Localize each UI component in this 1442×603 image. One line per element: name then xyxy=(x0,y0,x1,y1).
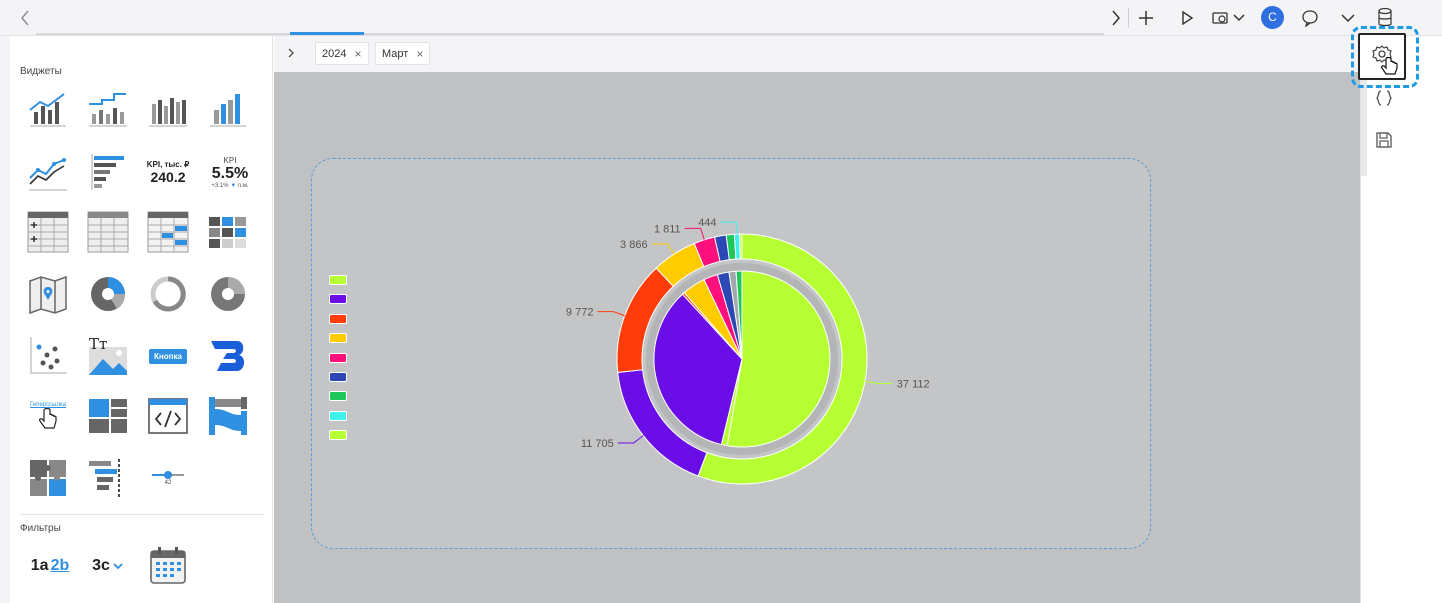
settings-button[interactable] xyxy=(1358,33,1406,80)
html-embed-widget[interactable] xyxy=(144,392,192,440)
section-divider xyxy=(20,514,264,515)
list-filter-widget[interactable]: 1a 2b xyxy=(24,542,76,590)
chart-widget-card[interactable]: 37 112 11 705 9 772 3 866 1 811 444 xyxy=(311,158,1151,549)
column-chart-widget[interactable] xyxy=(204,86,252,134)
save-icon[interactable] xyxy=(1361,120,1407,160)
ring-chart-widget[interactable] xyxy=(144,270,192,318)
kpi2-tile-value: 5.5% xyxy=(211,164,249,182)
filter-tile-3c: 3c xyxy=(92,557,110,574)
widgets-section-title: Виджеты xyxy=(20,66,62,77)
slider-tile-value: 42 xyxy=(164,480,172,486)
dashboard-layout-widget[interactable] xyxy=(84,392,132,440)
text-image-widget[interactable]: Tт xyxy=(84,332,132,380)
outer-slice-label: 1 811 xyxy=(654,223,681,235)
close-icon[interactable]: × xyxy=(354,47,361,61)
kpi2-tile-title: KPI xyxy=(223,155,237,165)
button-tile-label: Кнопка xyxy=(149,348,187,364)
kpi2-tile-delta: +3.1% ▼ п.м. xyxy=(211,182,249,189)
kpi-value-widget[interactable]: KPI, тыс. ₽ 240.2 xyxy=(144,148,192,196)
filters-section-title: Фильтры xyxy=(20,523,61,534)
kpi-tile-value: 240.2 xyxy=(150,168,186,185)
outer-label-leader xyxy=(684,227,705,240)
outer-label-leader xyxy=(597,311,625,317)
preview-dropdown-icon[interactable] xyxy=(1211,6,1247,30)
left-gutter xyxy=(0,36,10,603)
outer-slice-label: 37 112 xyxy=(897,378,930,390)
outer-slice-label: 9 772 xyxy=(566,307,594,319)
chevron-right-icon[interactable] xyxy=(1104,6,1128,30)
svg-text:Tт: Tт xyxy=(89,335,107,353)
gantt-chart-widget[interactable] xyxy=(84,454,132,502)
filter-tile-2b: 2b xyxy=(50,557,70,574)
chevron-down-icon xyxy=(113,563,123,570)
add-icon[interactable] xyxy=(1134,6,1158,30)
bar-line-chart-widget[interactable] xyxy=(24,86,72,134)
filter-tabs-bar: 2024 × Март × xyxy=(274,36,1360,72)
outer-slice-label: 11 705 xyxy=(581,438,614,450)
highlight-table-widget[interactable] xyxy=(144,208,192,256)
widgets-sidebar: Виджеты KPI, тыс. ₽ 240.2 KPI 5.5% +3.1%… xyxy=(10,36,273,603)
filter-tile-1a: 1a xyxy=(30,557,49,574)
heatmap-widget[interactable] xyxy=(204,208,252,256)
hyperlink-widget[interactable]: Гиперссылка xyxy=(24,392,72,440)
bar-chart-widget[interactable] xyxy=(144,86,192,134)
kpi-tile-title: KPI, тыс. ₽ xyxy=(146,159,190,169)
step-chart-widget[interactable] xyxy=(84,86,132,134)
map-widget[interactable] xyxy=(24,270,72,318)
puzzle-plugin-widget[interactable] xyxy=(24,454,72,502)
scatter-chart-widget[interactable] xyxy=(24,332,72,380)
kpi-percent-widget[interactable]: KPI 5.5% +3.1% ▼ п.м. xyxy=(204,148,256,196)
progress-fill xyxy=(290,32,364,35)
expand-arrow-icon[interactable] xyxy=(284,46,298,65)
line-chart-widget[interactable] xyxy=(24,148,72,196)
donut-chart-widget[interactable] xyxy=(204,270,252,318)
right-tool-panel xyxy=(1360,36,1442,603)
tab-label: Март xyxy=(382,47,409,60)
brand-logo-widget[interactable] xyxy=(204,332,252,380)
outer-slice-label: 3 866 xyxy=(620,239,648,251)
play-icon[interactable] xyxy=(1175,6,1199,30)
outer-ring-slice[interactable] xyxy=(739,233,743,260)
back-icon[interactable] xyxy=(16,8,36,28)
nested-donut-chart: 37 112 11 705 9 772 3 866 1 811 444 xyxy=(566,217,930,485)
calendar-filter-widget[interactable] xyxy=(144,542,192,590)
kpi2-delta-suffix: п.м. xyxy=(237,182,249,189)
button-widget[interactable]: Кнопка xyxy=(144,332,192,380)
outer-label-leader xyxy=(651,243,675,255)
comment-icon[interactable] xyxy=(1298,6,1322,30)
tab-2024[interactable]: 2024 × xyxy=(315,42,369,65)
kpi2-delta-value: +3.1% xyxy=(211,182,229,189)
user-avatar[interactable]: C xyxy=(1261,6,1284,29)
slider-widget[interactable]: 42 xyxy=(144,454,192,502)
tab-march[interactable]: Март × xyxy=(375,42,431,65)
tab-label: 2024 xyxy=(322,47,347,60)
dropdown-filter-widget[interactable]: 3c xyxy=(84,542,132,590)
dashboard-canvas: 37 112 11 705 9 772 3 866 1 811 444 xyxy=(274,72,1360,603)
top-toolbar: C xyxy=(0,0,1442,36)
horizontal-bar-widget[interactable] xyxy=(84,148,132,196)
table-widget[interactable] xyxy=(84,208,132,256)
toolbar-separator xyxy=(1128,8,1129,28)
close-icon[interactable]: × xyxy=(416,47,423,61)
outer-label-leader xyxy=(720,221,738,235)
progress-track xyxy=(36,33,1104,35)
outer-label-leader xyxy=(617,435,644,444)
pie-chart-widget[interactable] xyxy=(84,270,132,318)
pivot-table-widget[interactable] xyxy=(24,208,72,256)
outer-slice-label: 444 xyxy=(698,217,716,229)
outer-label-leader xyxy=(864,380,893,384)
sankey-widget[interactable] xyxy=(204,392,252,440)
